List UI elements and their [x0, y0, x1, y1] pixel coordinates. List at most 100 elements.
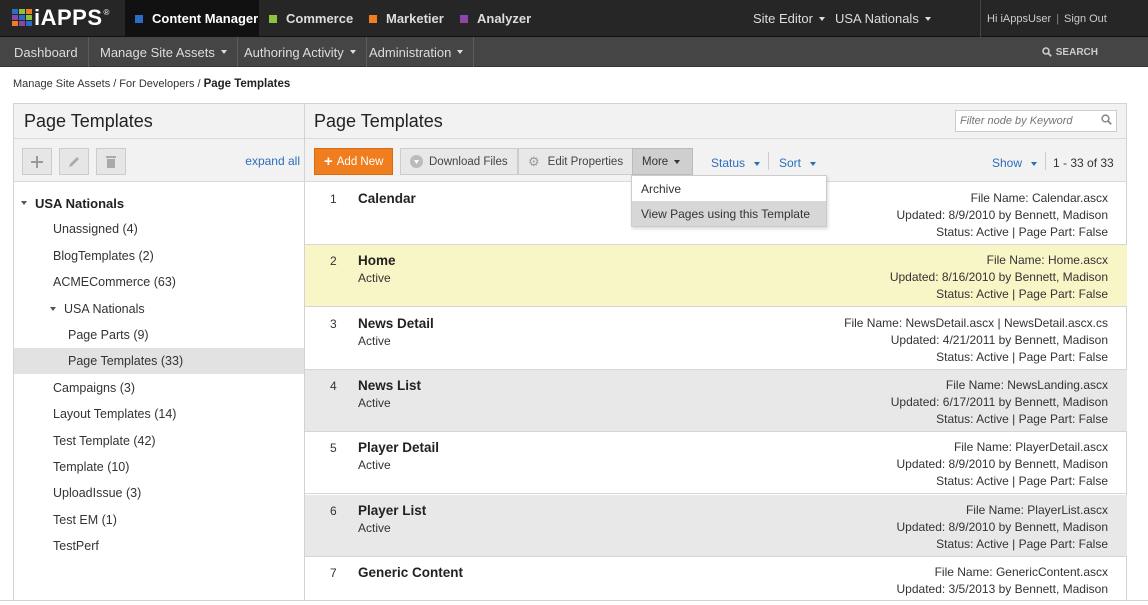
tree-node-label: Template (10) [53, 460, 130, 474]
nav-administration[interactable]: Administration [359, 37, 475, 67]
download-files-button[interactable]: Download Files [400, 148, 518, 175]
tree-node[interactable]: Test Template (42) [14, 428, 304, 454]
row-number: 6 [330, 503, 337, 518]
tree-panel: Page Templates expand all USA Nationals U… [13, 103, 305, 605]
tree-node[interactable]: USA Nationals [14, 296, 304, 322]
template-meta: Status: Active | Page Part: False [936, 411, 1108, 426]
module-color-square [369, 14, 377, 23]
tree-node-label: Unassigned (4) [53, 222, 138, 237]
add-new-button[interactable]: + Add New [314, 148, 394, 175]
template-file-name: File Name: NewsDetail.ascx | NewsDetail.… [844, 315, 1108, 330]
template-updated: Updated: 8/9/2010 by Bennett, Madison [896, 457, 1108, 472]
filter-keyword-input[interactable] [955, 110, 1117, 132]
tree-node[interactable]: Page Templates (33) [14, 348, 304, 375]
delete-folder-button[interactable] [96, 148, 126, 175]
module-tab-label: Content Manager [152, 11, 259, 26]
nav-dashboard[interactable]: Dashboard [4, 37, 89, 67]
breadcrumb-item-for-developers[interactable]: For Developers [119, 78, 194, 90]
sign-out-link[interactable]: Sign Out [1064, 13, 1107, 25]
tree-node[interactable]: Layout Templates (14) [14, 401, 304, 427]
template-name[interactable]: News List [358, 378, 421, 393]
tree-node[interactable]: Unassigned (4) [14, 216, 304, 242]
more-dropdown-button[interactable]: More [632, 148, 693, 175]
search-icon [1041, 47, 1052, 57]
chevron-down-icon [349, 50, 356, 54]
template-info: File Name: PlayerDetail.ascx Updated: 8/9… [897, 439, 1108, 490]
template-updated: Updated: 3/5/2013 by Bennett, Madison [896, 581, 1108, 596]
add-folder-button[interactable] [22, 148, 52, 175]
expand-all-link[interactable]: expand all [245, 154, 300, 168]
iapps-logo[interactable]: iAPPS ® [12, 5, 109, 30]
user-greeting[interactable]: Hi iAppsUser [987, 13, 1051, 25]
template-name[interactable]: Player Detail [358, 440, 439, 455]
menu-item-archive[interactable]: Archive [632, 176, 826, 201]
more-dropdown-menu: Archive View Pages using this Template [631, 175, 827, 227]
template-row[interactable]: 7 Generic Content File Name: GenericConten… [305, 557, 1127, 605]
template-row[interactable]: 2 Home Active File Name: Home.ascx Updated: … [305, 245, 1127, 308]
app-window: iAPPS ® Content Manager Commerce Marketi… [0, 0, 1148, 605]
expand-triangle-icon[interactable] [21, 201, 27, 205]
tree-node[interactable]: Page Parts (9) [14, 322, 304, 348]
module-tab-label: Analyzer [477, 11, 532, 26]
nav-authoring-activity-label: Authoring Activity [244, 44, 344, 60]
module-color-square [135, 14, 143, 23]
template-row[interactable]: 5 Player Detail Active File Name: PlayerDet… [305, 432, 1127, 495]
trash-icon [106, 156, 116, 168]
tree-node[interactable]: Test EM (1) [14, 507, 304, 533]
template-row[interactable]: 6 Player List Active File Name: PlayerList.… [305, 494, 1127, 557]
edit-folder-button[interactable] [59, 148, 89, 175]
site-editor-dropdown[interactable]: Site Editor [753, 0, 825, 37]
row-number: 2 [330, 254, 337, 269]
template-info: File Name: Home.ascx Updated: 8/16/2010 b… [890, 252, 1108, 303]
tree-node-label: USA Nationals [64, 301, 145, 316]
template-updated: Updated: 6/17/2011 by Bennett, Madison [890, 394, 1108, 409]
nav-manage-site-assets[interactable]: Manage Site Assets [90, 37, 238, 67]
module-tab-analyzer[interactable]: Analyzer [450, 0, 540, 37]
breadcrumb-item-manage-site-assets[interactable]: Manage Site Assets [13, 78, 110, 90]
tree-node[interactable]: USA Nationals [14, 190, 304, 216]
template-info: File Name: NewsDetail.ascx | NewsDetail.… [844, 315, 1108, 366]
tree-node[interactable]: Template (10) [14, 454, 304, 480]
row-number: 7 [330, 565, 337, 580]
gear-icon: ⚙ [528, 153, 540, 169]
template-name[interactable]: Player List [358, 503, 426, 518]
template-updated: Updated: 8/9/2010 by Bennett, Madison [896, 519, 1108, 534]
tree-node-label: USA Nationals [35, 195, 125, 211]
module-tab-content-manager[interactable]: Content Manager [125, 0, 259, 37]
search-icon[interactable] [1101, 114, 1112, 125]
show-label: Show [992, 156, 1023, 170]
global-search-button[interactable]: SEARCH [1041, 37, 1098, 67]
template-name[interactable]: Home [358, 253, 396, 268]
tree-node[interactable]: UploadIssue (3) [14, 480, 304, 506]
template-info: File Name: NewsLanding.ascx Updated: 6/17… [891, 377, 1108, 428]
template-row[interactable]: 4 News List Active File Name: NewsLanding.a… [305, 369, 1127, 432]
template-name[interactable]: News Detail [358, 316, 434, 331]
tree-panel-title: Page Templates [24, 111, 153, 131]
edit-properties-button[interactable]: ⚙ Edit Properties [518, 148, 634, 175]
module-tab-label: Commerce [286, 11, 354, 26]
module-tab-commerce[interactable]: Commerce [259, 0, 357, 37]
menu-item-view-pages-using-template[interactable]: View Pages using this Template [632, 201, 826, 226]
show-dropdown[interactable]: Show [992, 156, 1038, 170]
tree-node[interactable]: TestPerf [14, 533, 304, 559]
template-name[interactable]: Generic Content [358, 565, 463, 580]
tree-node[interactable]: BlogTemplates (2) [14, 243, 304, 269]
tree-node-label: TestPerf [53, 539, 99, 554]
sort-dropdown[interactable]: Sort [779, 156, 817, 170]
tree-toolbar: expand all [14, 139, 304, 182]
pencil-icon [69, 156, 79, 167]
status-filter-label: Status [711, 156, 746, 170]
module-tab-marketier[interactable]: Marketier [359, 0, 449, 37]
template-file-name: File Name: Home.ascx [986, 253, 1108, 268]
expand-triangle-icon[interactable] [50, 306, 56, 311]
template-meta: Status: Active | Page Part: False [936, 536, 1108, 551]
tree-node[interactable]: Campaigns (3) [14, 375, 304, 401]
nav-authoring-activity[interactable]: Authoring Activity [234, 37, 367, 67]
template-file-name: File Name: NewsLanding.ascx [945, 377, 1108, 392]
site-selector-dropdown[interactable]: USA Nationals [835, 0, 931, 37]
template-row[interactable]: 3 News Detail Active File Name: NewsDetail.… [305, 308, 1127, 370]
tree-node[interactable]: ACMECommerce (63) [14, 269, 304, 295]
status-filter-dropdown[interactable]: Status [711, 156, 761, 170]
horizontal-scrollbar-area [0, 600, 1148, 605]
template-name[interactable]: Calendar [358, 191, 416, 206]
